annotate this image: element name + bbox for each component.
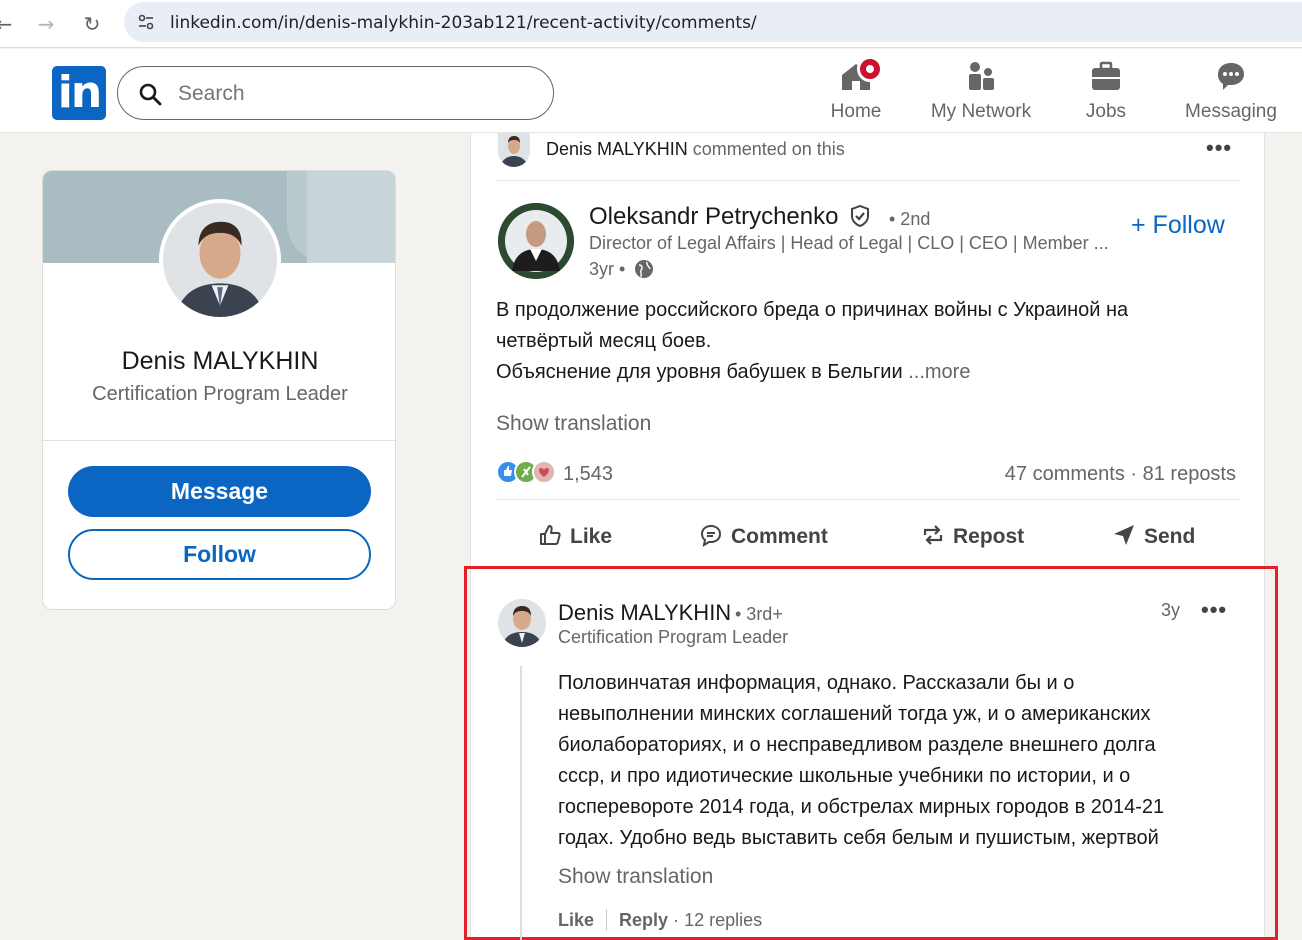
site-settings-icon[interactable] bbox=[136, 12, 156, 32]
network-icon bbox=[969, 62, 994, 90]
header-separator bbox=[496, 180, 1239, 181]
linkedin-header: in Home My Network Jobs bbox=[0, 49, 1302, 133]
post-show-translation[interactable]: Show translation bbox=[496, 412, 651, 436]
browser-toolbar: ← → ↻ linkedin.com/in/denis-malykhin-203… bbox=[0, 0, 1302, 48]
follow-button[interactable]: Follow bbox=[68, 529, 371, 580]
comment-text: Половинчатая информация, однако. Рассказ… bbox=[558, 668, 1238, 854]
reaction-count[interactable]: 1,543 bbox=[563, 463, 613, 486]
post-author-avatar[interactable] bbox=[498, 203, 574, 279]
post-action-bar: Like Comment Repost Send bbox=[496, 511, 1239, 567]
comment-replies-count[interactable]: · 12 replies bbox=[673, 910, 762, 930]
url-text[interactable]: linkedin.com/in/denis-malykhin-203ab121/… bbox=[170, 13, 757, 33]
comment-action-divider bbox=[606, 909, 608, 931]
verified-icon bbox=[851, 204, 870, 228]
highlighted-comment: Denis MALYKHIN • 3rd+ Certification Prog… bbox=[464, 566, 1278, 940]
send-button[interactable]: Send bbox=[1112, 523, 1195, 549]
post-author-name-text[interactable]: Oleksandr Petrychenko bbox=[589, 203, 838, 230]
comment-reply-button[interactable]: Reply bbox=[619, 910, 668, 930]
comment-like-button[interactable]: Like bbox=[558, 910, 594, 930]
send-label: Send bbox=[1144, 525, 1196, 548]
profile-name[interactable]: Denis MALYKHIN bbox=[43, 347, 395, 376]
activity-action: commented on this bbox=[687, 139, 845, 159]
comment-show-translation[interactable]: Show translation bbox=[558, 865, 713, 889]
comment-author-name[interactable]: Denis MALYKHIN bbox=[558, 600, 731, 626]
post-time-text: 3yr • bbox=[589, 259, 626, 279]
nav-home-label: Home bbox=[830, 101, 882, 122]
address-bar[interactable]: linkedin.com/in/denis-malykhin-203ab121/… bbox=[124, 2, 1302, 42]
activity-actor[interactable]: Denis MALYKHIN bbox=[546, 139, 688, 159]
comment-more-options-icon[interactable]: ••• bbox=[1201, 597, 1227, 623]
actor-avatar[interactable] bbox=[498, 133, 530, 167]
nav-messaging-label: Messaging bbox=[1185, 101, 1277, 122]
comment-text-line: Половинчатая информация, однако. Рассказ… bbox=[558, 672, 1075, 694]
profile-card: Denis MALYKHIN Certification Program Lea… bbox=[42, 170, 396, 610]
comment-time: 3y bbox=[1161, 600, 1181, 620]
reaction-icons[interactable] bbox=[496, 459, 560, 489]
nav-home[interactable]: Home bbox=[830, 56, 883, 129]
nav-my-network-label: My Network bbox=[930, 101, 1032, 122]
cover-decoration bbox=[307, 171, 395, 263]
profile-headline: Certification Program Leader bbox=[92, 383, 348, 405]
messaging-icon bbox=[1218, 63, 1244, 90]
globe-icon bbox=[635, 260, 654, 278]
post-follow-button[interactable]: + Follow bbox=[1131, 211, 1225, 240]
profile-avatar[interactable] bbox=[159, 199, 281, 321]
back-icon[interactable]: ← bbox=[0, 10, 18, 38]
repost-label: Repost bbox=[953, 525, 1025, 548]
card-divider bbox=[43, 440, 395, 441]
nav-jobs-label: Jobs bbox=[1085, 101, 1127, 122]
actions-separator bbox=[496, 499, 1239, 500]
comment-text-line: биолабораториях, и о несправедливом разд… bbox=[558, 734, 1156, 756]
search-input[interactable] bbox=[178, 79, 538, 109]
post-text-line: Объяснение для уровня бабушек в Бельгии bbox=[496, 361, 909, 383]
comment-actions: Like Reply · 12 replies bbox=[558, 909, 762, 931]
comment-text-line: невыполнении минских соглашений тогда уж… bbox=[558, 703, 1151, 725]
comment-label: Comment bbox=[731, 525, 828, 548]
activity-description: Denis MALYKHIN commented on this bbox=[546, 139, 845, 160]
see-more-link[interactable]: ...more bbox=[908, 361, 970, 383]
message-button[interactable]: Message bbox=[68, 466, 371, 517]
send-icon bbox=[1114, 525, 1134, 545]
comment-icon bbox=[700, 524, 722, 548]
activity-header: Denis MALYKHIN commented on this ••• bbox=[471, 133, 1266, 181]
nav-jobs[interactable]: Jobs bbox=[1080, 59, 1132, 129]
comment-author-headline: Certification Program Leader bbox=[558, 627, 789, 647]
search-box[interactable] bbox=[117, 66, 554, 120]
reload-icon[interactable]: ↻ bbox=[78, 10, 106, 38]
comment-author-degree: • 3rd+ bbox=[735, 604, 783, 624]
search-icon bbox=[139, 83, 162, 106]
post-text: В продолжение российского бреда о причин… bbox=[496, 295, 1226, 388]
comment-button[interactable]: Comment bbox=[699, 523, 828, 549]
thumbs-up-icon bbox=[540, 525, 561, 545]
post-author-degree: • 2nd bbox=[889, 209, 931, 229]
comment-text-line: ссср, и про идиотические школьные учебни… bbox=[558, 765, 1131, 787]
post-text-line: В продолжение российского бреда о причин… bbox=[496, 299, 1129, 321]
nav-messaging[interactable]: Messaging bbox=[1184, 59, 1278, 129]
forward-icon[interactable]: → bbox=[32, 10, 60, 38]
nav-my-network[interactable]: My Network bbox=[928, 59, 1034, 129]
repost-icon bbox=[923, 525, 943, 545]
like-button[interactable]: Like bbox=[538, 523, 612, 549]
post-text-line-last: Объяснение для уровня бабушек в Бельгии … bbox=[496, 357, 1226, 388]
post-text-line: четвёртый месяц боев. bbox=[496, 330, 712, 352]
comments-reposts-count[interactable]: 47 comments · 81 reposts bbox=[1005, 463, 1236, 486]
post-author-name[interactable]: Oleksandr Petrychenko bbox=[589, 203, 871, 231]
like-label: Like bbox=[570, 525, 613, 548]
linkedin-logo[interactable]: in bbox=[52, 66, 106, 120]
repost-button[interactable]: Repost bbox=[921, 523, 1024, 549]
comment-text-line: годах. Удобно ведь выставить себя белым … bbox=[558, 827, 1159, 849]
comment-text-line: госперевороте 2014 года, и обстрелах мир… bbox=[558, 796, 1165, 818]
comment-author-avatar[interactable] bbox=[498, 599, 546, 647]
post-time: 3yr • bbox=[589, 259, 654, 280]
post-author-headline: Director of Legal Affairs | Head of Lega… bbox=[589, 233, 1109, 253]
comment-thread-line bbox=[520, 666, 522, 940]
notification-badge bbox=[857, 56, 883, 82]
more-options-icon[interactable]: ••• bbox=[1206, 135, 1232, 161]
briefcase-icon bbox=[1092, 61, 1120, 90]
